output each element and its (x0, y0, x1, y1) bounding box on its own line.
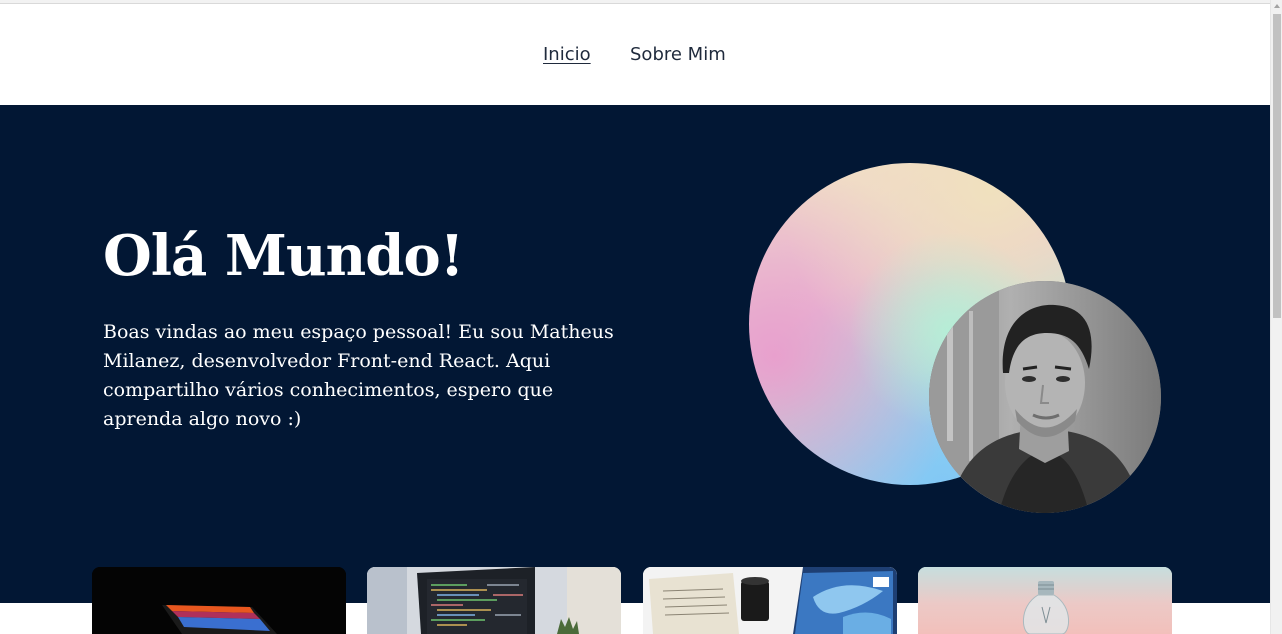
nav-link-sobre-mim[interactable]: Sobre Mim (630, 44, 726, 65)
post-card-2[interactable] (367, 567, 621, 634)
post-cards-row (0, 567, 1270, 634)
profile-photo-illustration (929, 281, 1161, 513)
profile-photo-avatar (929, 281, 1161, 513)
post-card-3[interactable] (643, 567, 897, 634)
desk-items-photo (643, 567, 897, 634)
post-card-4[interactable] (918, 567, 1172, 634)
page-scrollbar[interactable] (1270, 0, 1282, 634)
code-laptop-photo (367, 567, 621, 634)
hero-title: Olá Mundo! (103, 223, 464, 289)
scroll-up-arrow-icon[interactable] (1274, 4, 1280, 8)
hero-section: Olá Mundo! Boas vindas ao meu espaço pes… (0, 105, 1270, 603)
laptop-dark-photo (92, 567, 346, 634)
lightbulb-photo (918, 567, 1172, 634)
scrollbar-thumb[interactable] (1273, 14, 1281, 318)
nav-link-inicio[interactable]: Inicio (543, 44, 591, 65)
post-card-1[interactable] (92, 567, 346, 634)
hero-intro-text: Boas vindas ao meu espaço pessoal! Eu so… (103, 321, 614, 430)
top-navbar: Inicio Sobre Mim (0, 4, 1270, 105)
